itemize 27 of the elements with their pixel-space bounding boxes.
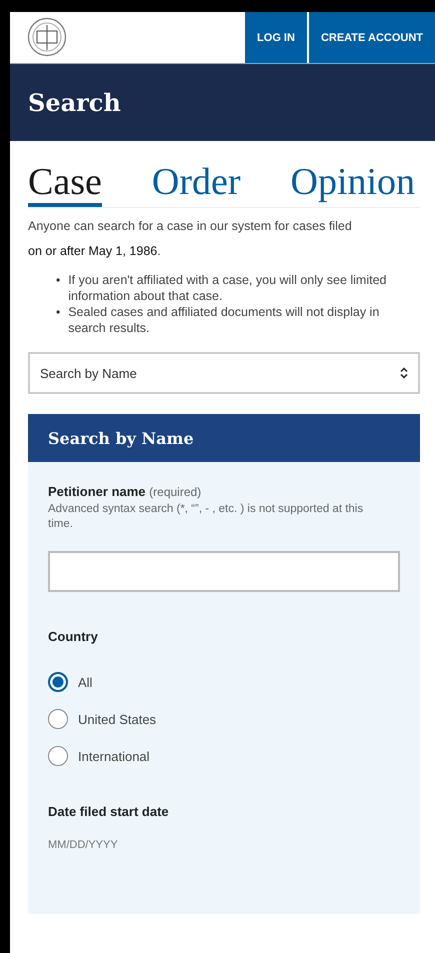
radio-label[interactable]: United States [78,712,156,726]
radio-button[interactable] [48,672,68,692]
date-format-hint: MM/DD/YYYY [48,839,119,851]
field-label: Country [48,629,99,644]
chevron-updown-icon [400,367,408,379]
search-type-select[interactable]: Search by Name [28,352,420,394]
radio-label[interactable]: All [78,674,92,690]
nav-button[interactable]: CREATE ACCOUNT [308,12,435,63]
radio-label[interactable]: International [78,748,150,764]
field-hint: Advanced syntax search (*, “”, - , etc. ) is not supported at this time. [48,502,364,532]
radio-button[interactable] [48,746,68,766]
nav-button[interactable]: LOG IN [245,12,307,63]
search-tab[interactable]: Order [152,161,240,207]
bullet: • [56,304,60,320]
bullet: • [56,272,60,288]
page-title: Search [28,88,121,117]
intro-text: Anyone can search for a case in our system for cases filed on or after May 1, 1986. [28,218,353,260]
panel-title: Search by Name [48,428,194,448]
seal-logo[interactable] [27,17,67,57]
note-item: If you aren't affiliated with a case, you will only see limited information about that case. [68,272,388,304]
search-tab[interactable]: Case [28,161,102,207]
petitioner-name-input[interactable] [48,551,400,592]
field-label: Date filed start date [48,804,170,819]
search-tab[interactable]: Opinion [290,161,416,207]
radio-button[interactable] [48,709,68,729]
field-label: Petitioner name (required) [48,484,202,499]
note-item: Sealed cases and affiliated documents will not display in search results. [68,304,380,336]
